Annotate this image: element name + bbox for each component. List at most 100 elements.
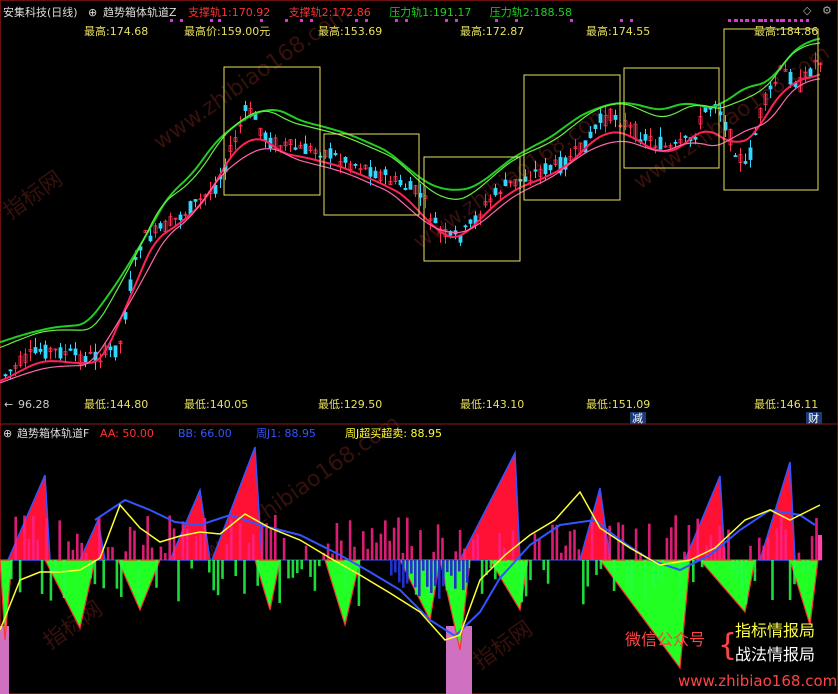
histogram-bar [384,520,387,560]
signal-marker [310,19,313,22]
signal-marker [758,19,761,22]
histogram-bar [282,537,286,560]
histogram-bar [379,533,383,560]
signal-marker [495,19,498,22]
histogram-bar [186,528,189,560]
histogram-bar [304,545,308,560]
histogram-bar [216,560,220,596]
histogram-bar [612,560,616,591]
signal-marker [770,19,773,22]
histogram-bar [784,529,787,560]
signal-marker [405,19,408,22]
diamond-icon[interactable]: ◇ [803,4,812,17]
histogram-bar [815,518,818,560]
histogram-bar [313,560,317,591]
candle-body [303,143,308,155]
signal-marker [788,19,791,22]
candle-body [263,132,268,141]
histogram-bar [595,560,598,576]
histogram-bar [410,546,413,560]
candle-body [503,179,508,187]
signal-marker [794,19,797,22]
histogram-bar [674,515,677,560]
settings-icon[interactable]: ⚙ [822,4,832,17]
candlestick-series [3,52,823,380]
candle-body [68,348,73,351]
histogram-bar [146,516,149,560]
histogram-bar [590,522,594,560]
sub-legend: AA: 50.00 BB: 66.00 周J1: 88.95 周J超买超卖: 88.9… [100,426,442,440]
candle-body [158,223,163,229]
histogram-bar [538,539,541,560]
histogram-bar [749,545,752,560]
main-legend: 支撑轨1:170.92 支撑轨2:172.86 压力轨1:191.17 压力轨2:18… [188,5,572,19]
signal-marker [570,19,573,22]
histogram-bar [76,533,79,560]
box-low-label-5: 最低:146.11 [754,398,818,411]
histogram-bar [67,541,70,560]
histogram-bar [683,551,686,560]
histogram-bar [696,518,699,560]
candle-body [468,219,473,224]
histogram-bar [604,530,607,560]
sub-indicator-arrow-icon[interactable]: ⊕ [3,427,12,440]
box-low-label-0: 最低:144.80 [84,398,148,411]
histogram-bar [463,548,466,560]
histogram-bar [744,560,748,605]
histogram-bar [84,553,88,560]
histogram-bar [502,547,506,560]
oscillator-pane [0,446,823,694]
histogram-bar [498,533,501,560]
histogram-bar-blue [438,560,441,599]
histogram-bar [568,531,572,560]
histogram-bar [10,560,13,580]
candle-body [733,155,738,158]
histogram-bar [599,560,603,569]
histogram-bar [366,548,369,560]
candle-body [353,164,358,166]
histogram-bar [731,560,735,573]
signal-marker [740,19,743,22]
histogram-bar [194,536,198,560]
histogram-bar [274,514,277,560]
histogram-bar [181,521,185,560]
histogram-bar-blue [450,560,453,576]
histogram-bar [278,560,281,603]
histogram-bar [159,546,163,560]
histogram-bar-blue [422,560,425,571]
signal-marker [260,19,263,22]
histogram-bar [406,517,409,560]
signal-marker [455,19,458,22]
brand-label-1: 指标情报局 [735,621,815,640]
box-low-label-3: 最低:143.10 [460,398,524,411]
histogram-bar [115,560,119,589]
histogram-bar [546,560,550,584]
box-high-label-4: 最高:174.55 [586,24,650,38]
candle-body [593,124,598,129]
watermark-cn-3: 指标网 [469,617,537,675]
histogram-bar [199,533,202,560]
histogram-bar [164,552,167,560]
sub-legend-item-3: 周J超买超卖: 88.95 [345,426,442,440]
signal-marker [728,19,731,22]
histogram-bar [582,560,585,605]
candle-body [213,184,218,194]
indicator-arrow-icon[interactable]: ⊕ [88,6,97,19]
histogram-bar [511,530,515,560]
histogram-bar [586,560,589,587]
box-low-label-4: 最低:151.09 [586,398,650,411]
histogram-bar [788,560,792,600]
histogram-bar [397,517,400,560]
candle-body [403,187,408,190]
pressure-rail-1 [0,37,821,344]
support-rail-2 [0,78,821,384]
histogram-bar [634,528,638,560]
candle-body [293,147,298,150]
histogram-bar [300,560,303,570]
histogram-bar-blue [458,560,461,572]
sub-legend-item-2: 周J1: 88.95 [256,427,316,440]
candle-body [373,170,378,179]
histogram-bar [150,547,154,560]
candle-body [128,279,133,291]
histogram-bar-blue [410,560,413,574]
